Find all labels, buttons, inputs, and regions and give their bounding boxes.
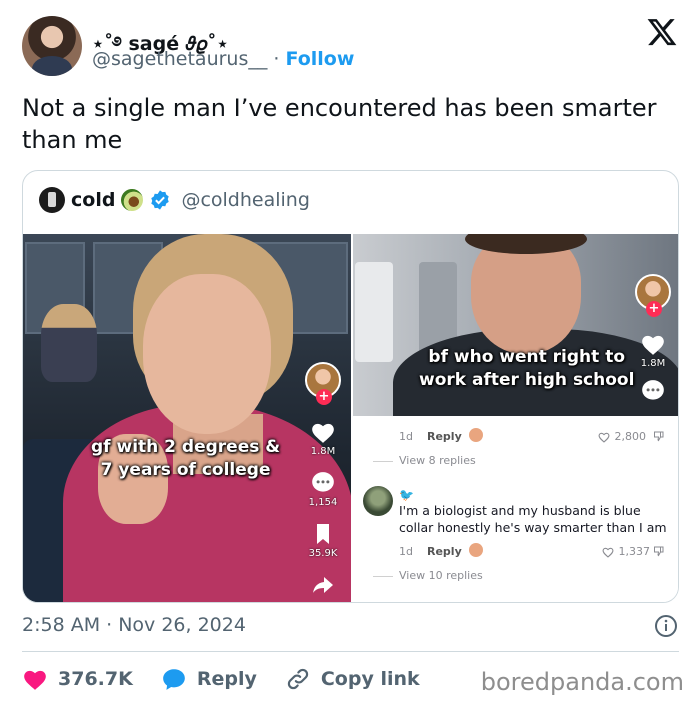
left-video-caption: gf with 2 degrees & 7 years of college: [91, 437, 281, 480]
tweet-card: ⋆˚࿔ sagé 𝜗𝜚˚⋆ @sagethetaurus__ · Follow …: [0, 0, 700, 705]
tweet-actions: 376.7K Reply Copy link: [22, 664, 448, 694]
tweet-timestamp[interactable]: 2:58 AM · Nov 26, 2024: [22, 614, 246, 636]
mixed-recycling-bin: [355, 262, 393, 362]
left-save-count: 35.9K: [308, 548, 338, 559]
left-like-count: 1.8M: [310, 446, 336, 457]
quoted-author-name[interactable]: cold: [71, 189, 115, 211]
comment-bubble-icon[interactable]: [310, 471, 336, 495]
copy-link-label: Copy link: [320, 668, 420, 690]
info-icon[interactable]: [654, 614, 678, 638]
copy-link-button[interactable]: Copy link: [285, 666, 420, 692]
left-video-thumbnail[interactable]: gf with 2 degrees & 7 years of college +…: [23, 234, 351, 602]
heart-icon: [24, 670, 46, 690]
separator-dot: ·: [273, 48, 280, 70]
view-replies-link[interactable]: View 10 replies: [399, 569, 483, 582]
commenter-avatar[interactable]: [363, 486, 393, 516]
like-count: 376.7K: [58, 668, 133, 690]
creator-avatar[interactable]: +: [635, 274, 671, 317]
watermark: boredpanda.com: [480, 668, 684, 696]
quoted-author-handle[interactable]: @coldhealing: [181, 189, 309, 211]
author-handle[interactable]: @sagethetaurus__: [92, 48, 267, 70]
quoted-tweet[interactable]: cold @coldhealing gf with 2 degrees & 7 …: [22, 170, 679, 603]
bookmark-icon[interactable]: [310, 522, 336, 546]
heart-outline-icon: [598, 432, 610, 443]
creator-liked-badge: [469, 543, 483, 557]
creator-liked-badge: [469, 428, 483, 442]
left-video-sidebar: + 1.8M 1,154 35.9K: [305, 362, 341, 597]
right-video-caption: bf who went right to work after high sch…: [419, 347, 635, 390]
heart-icon[interactable]: [640, 332, 666, 356]
follow-button[interactable]: Follow: [286, 48, 355, 70]
link-icon: [287, 668, 308, 690]
author-handle-row: @sagethetaurus__ · Follow: [92, 48, 354, 70]
creator-avatar[interactable]: +: [305, 362, 341, 405]
quoted-author-avatar[interactable]: [39, 187, 65, 213]
comment-bubble-icon[interactable]: [640, 379, 666, 403]
view-replies-link[interactable]: View 8 replies: [399, 454, 476, 467]
heart-outline-icon: [602, 547, 614, 558]
speech-bubble-icon: [162, 669, 185, 690]
reply-button[interactable]: Reply: [161, 666, 257, 692]
dislike-icon[interactable]: [653, 545, 665, 557]
author-avatar[interactable]: [22, 16, 82, 76]
tweet-text: Not a single man I’ve encountered has be…: [22, 94, 657, 154]
right-video-thumbnail[interactable]: bf who went right to work after high sch…: [353, 234, 678, 416]
right-like-count: 1.8M: [640, 358, 666, 369]
tiktok-comments: 1d Reply 2,800 View 8 replies 🐦 I'm a bi…: [353, 416, 678, 602]
bird-emoji-icon: 🐦: [399, 488, 414, 502]
dislike-icon[interactable]: [653, 430, 665, 442]
avocado-emoji-icon: [118, 185, 147, 215]
verified-badge-icon: [151, 190, 170, 210]
comment-time: 1d: [399, 545, 413, 558]
quoted-tweet-header: cold @coldhealing: [39, 185, 310, 215]
footer-divider: [22, 651, 679, 652]
comment-like[interactable]: 2,800: [597, 430, 646, 443]
left-comment-count: 1,154: [308, 497, 338, 508]
like-button[interactable]: 376.7K: [22, 666, 133, 692]
share-arrow-icon[interactable]: [310, 573, 336, 597]
reply-label: Reply: [196, 668, 257, 690]
comment-reply-button[interactable]: Reply: [427, 545, 462, 558]
comment-like[interactable]: 1,337: [601, 545, 650, 558]
comment-time: 1d: [399, 430, 413, 443]
x-logo-icon[interactable]: [646, 16, 678, 48]
right-video-sidebar: + 1.8M: [635, 274, 671, 403]
heart-icon[interactable]: [310, 420, 336, 444]
comment-reply-button[interactable]: Reply: [427, 430, 462, 443]
comment-2-text: I'm a biologist and my husband is blue c…: [399, 503, 667, 535]
